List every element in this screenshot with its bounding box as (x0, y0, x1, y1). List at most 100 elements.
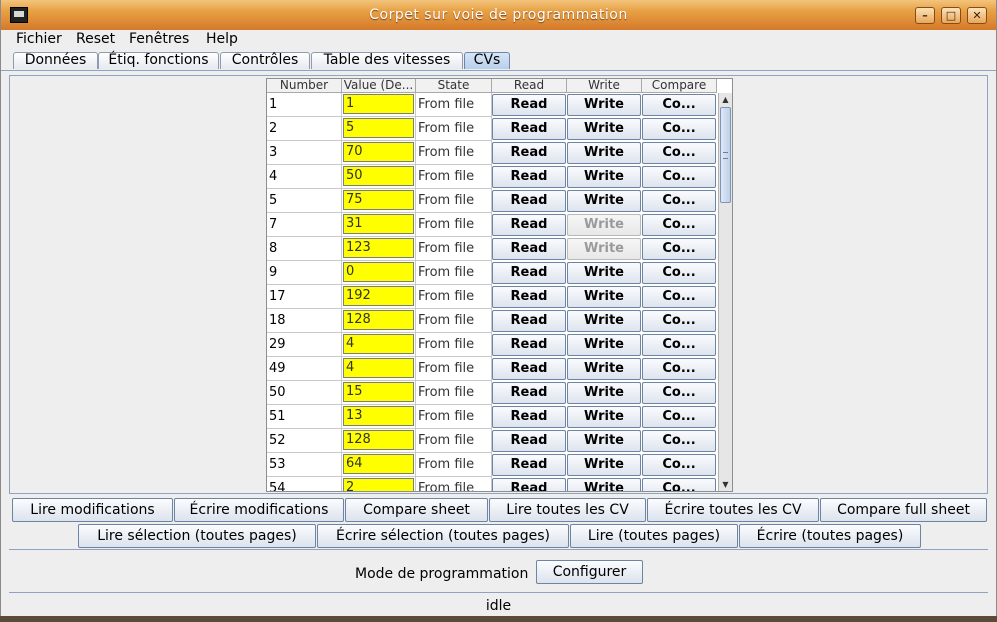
compare-button[interactable]: Co... (642, 430, 716, 452)
read-button[interactable]: Read (492, 118, 566, 140)
write-button[interactable]: Write (567, 478, 641, 491)
read-button[interactable]: Read (492, 454, 566, 476)
read-button[interactable]: Read (492, 238, 566, 260)
cv-value-field[interactable]: 64 (343, 454, 414, 474)
write-button[interactable]: Write (567, 118, 641, 140)
lire-selection-button[interactable]: Lire sélection (toutes pages) (78, 524, 316, 548)
scroll-up-icon[interactable]: ▲ (719, 93, 732, 106)
cv-value-field[interactable]: 5 (343, 118, 414, 138)
cv-value-field[interactable]: 15 (343, 382, 414, 402)
scroll-thumb[interactable] (720, 107, 731, 203)
minimize-icon[interactable]: – (915, 7, 935, 24)
ecrire-toutes-pages-button[interactable]: Écrire (toutes pages) (739, 524, 921, 548)
ecrire-selection-button[interactable]: Écrire sélection (toutes pages) (317, 524, 569, 548)
ecrire-modifications-button[interactable]: Écrire modifications (174, 498, 344, 522)
header-value[interactable]: Value (De... (342, 79, 416, 93)
header-read[interactable]: Read (492, 79, 567, 93)
cv-value-field[interactable]: 123 (343, 238, 414, 258)
menu-reset[interactable]: Reset (76, 31, 115, 47)
lire-modifications-button[interactable]: Lire modifications (12, 498, 173, 522)
read-button[interactable]: Read (492, 358, 566, 380)
header-number[interactable]: Number (267, 79, 342, 93)
write-button[interactable]: Write (567, 262, 641, 284)
compare-button[interactable]: Co... (642, 358, 716, 380)
header-state[interactable]: State (416, 79, 492, 93)
read-button[interactable]: Read (492, 406, 566, 428)
write-button[interactable]: Write (567, 454, 641, 476)
read-button[interactable]: Read (492, 478, 566, 491)
write-button[interactable]: Write (567, 334, 641, 356)
write-button[interactable]: Write (567, 286, 641, 308)
write-button[interactable]: Write (567, 406, 641, 428)
maximize-icon[interactable]: □ (941, 7, 961, 24)
tab-etiq-fonctions[interactable]: Étiq. fonctions (98, 52, 219, 69)
read-button[interactable]: Read (492, 310, 566, 332)
compare-button[interactable]: Co... (642, 142, 716, 164)
compare-button[interactable]: Co... (642, 94, 716, 116)
compare-button[interactable]: Co... (642, 118, 716, 140)
write-button[interactable]: Write (567, 358, 641, 380)
cv-value-field[interactable]: 70 (343, 142, 414, 162)
compare-button[interactable]: Co... (642, 334, 716, 356)
compare-button[interactable]: Co... (642, 214, 716, 236)
read-button[interactable]: Read (492, 334, 566, 356)
cv-value-field[interactable]: 50 (343, 166, 414, 186)
write-button[interactable]: Write (567, 310, 641, 332)
cv-value-field[interactable]: 4 (343, 358, 414, 378)
compare-button[interactable]: Co... (642, 454, 716, 476)
lire-toutes-pages-button[interactable]: Lire (toutes pages) (570, 524, 738, 548)
write-button[interactable]: Write (567, 142, 641, 164)
read-button[interactable]: Read (492, 94, 566, 116)
compare-full-sheet-button[interactable]: Compare full sheet (820, 498, 987, 522)
write-button[interactable]: Write (567, 190, 641, 212)
compare-button[interactable]: Co... (642, 190, 716, 212)
read-button[interactable]: Read (492, 166, 566, 188)
read-button[interactable]: Read (492, 382, 566, 404)
cv-value-field[interactable]: 192 (343, 286, 414, 306)
read-button[interactable]: Read (492, 286, 566, 308)
scroll-down-icon[interactable]: ▼ (719, 478, 732, 491)
compare-button[interactable]: Co... (642, 262, 716, 284)
cv-value-field[interactable]: 2 (343, 478, 414, 491)
tab-table-des-vitesses[interactable]: Table des vitesses (311, 52, 463, 69)
compare-button[interactable]: Co... (642, 286, 716, 308)
menu-fichier[interactable]: Fichier (16, 31, 62, 47)
cv-value-field[interactable]: 75 (343, 190, 414, 210)
write-button[interactable]: Write (567, 94, 641, 116)
cv-value-field[interactable]: 0 (343, 262, 414, 282)
compare-button[interactable]: Co... (642, 382, 716, 404)
close-icon[interactable]: ✕ (967, 7, 987, 24)
header-write[interactable]: Write (567, 79, 642, 93)
read-button[interactable]: Read (492, 142, 566, 164)
compare-sheet-button[interactable]: Compare sheet (345, 498, 488, 522)
compare-button[interactable]: Co... (642, 238, 716, 260)
compare-button[interactable]: Co... (642, 166, 716, 188)
read-button[interactable]: Read (492, 262, 566, 284)
compare-button[interactable]: Co... (642, 478, 716, 491)
title-bar[interactable]: Corpet sur voie de programmation – □ ✕ (1, 0, 996, 31)
configurer-button[interactable]: Configurer (536, 560, 643, 584)
cv-value-field[interactable]: 4 (343, 334, 414, 354)
cv-value-field[interactable]: 128 (343, 310, 414, 330)
cv-value-field[interactable]: 1 (343, 94, 414, 114)
cv-value-field[interactable]: 31 (343, 214, 414, 234)
tab-controles[interactable]: Contrôles (220, 52, 310, 69)
tab-cvs[interactable]: CVs (464, 52, 510, 69)
cv-value-field[interactable]: 13 (343, 406, 414, 426)
ecrire-toutes-cv-button[interactable]: Écrire toutes les CV (647, 498, 819, 522)
menu-help[interactable]: Help (206, 31, 238, 47)
write-button[interactable]: Write (567, 166, 641, 188)
read-button[interactable]: Read (492, 430, 566, 452)
compare-button[interactable]: Co... (642, 310, 716, 332)
write-button[interactable]: Write (567, 430, 641, 452)
read-button[interactable]: Read (492, 190, 566, 212)
menu-fenetres[interactable]: Fenêtres (129, 31, 189, 47)
tab-donnees[interactable]: Données (13, 52, 98, 69)
header-compare[interactable]: Compare (642, 79, 717, 93)
write-button[interactable]: Write (567, 382, 641, 404)
compare-button[interactable]: Co... (642, 406, 716, 428)
lire-toutes-cv-button[interactable]: Lire toutes les CV (489, 498, 646, 522)
cv-value-field[interactable]: 128 (343, 430, 414, 450)
read-button[interactable]: Read (492, 214, 566, 236)
vertical-scrollbar[interactable]: ▲ ▼ (718, 93, 732, 491)
